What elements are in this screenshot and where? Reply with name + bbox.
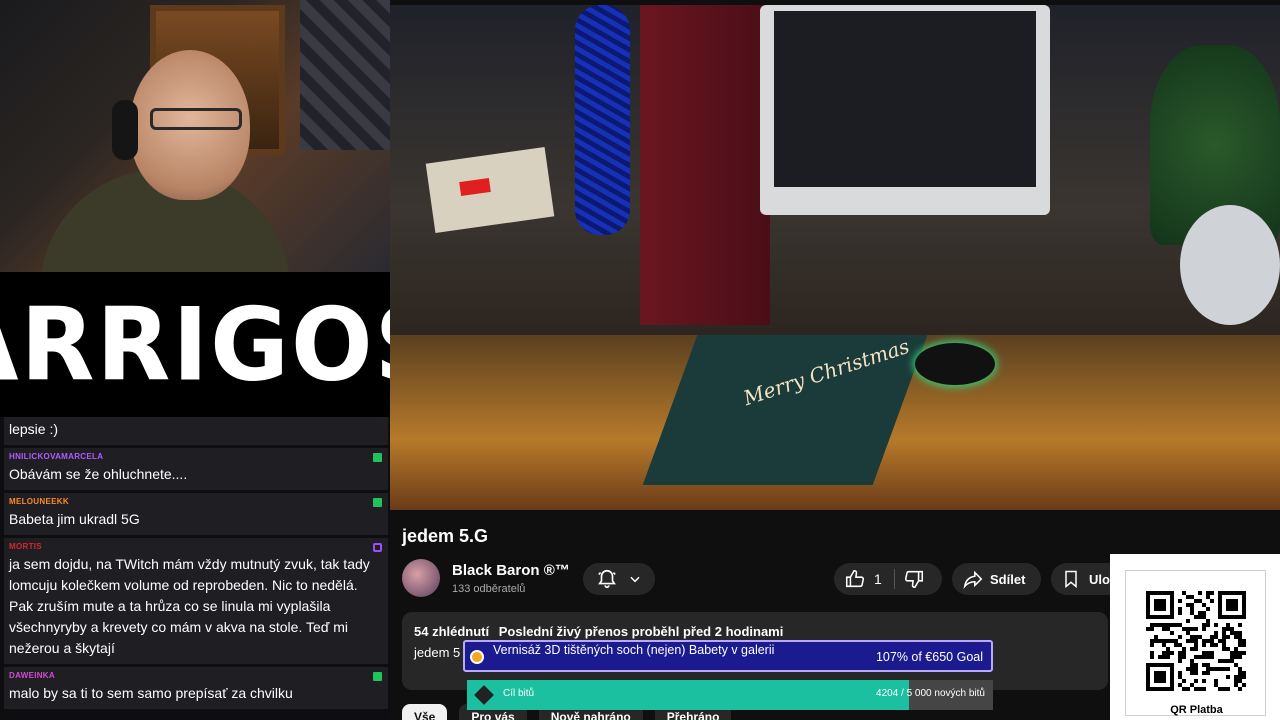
- bookmark-icon: [1065, 570, 1077, 589]
- subscriber-count: 133 odběratelů: [452, 583, 526, 595]
- share-button[interactable]: Sdílet: [952, 563, 1041, 595]
- chat-message-text: malo by sa ti to sem samo prepísať za ch…: [9, 685, 293, 701]
- view-count: 54 zhlédnutí: [414, 624, 490, 639]
- qr-frame: QR Platba: [1125, 570, 1266, 716]
- goal-title: Vernisáž 3D tištěných soch (nejen) Babet…: [493, 643, 775, 657]
- chat-badge-icon: [373, 672, 382, 681]
- share-icon: [963, 570, 983, 589]
- donation-goal-bar: Vernisáž 3D tištěných soch (nejen) Babet…: [463, 640, 993, 672]
- bits-label: Cíl bitů: [503, 688, 535, 699]
- chat-platform-icon: [373, 543, 382, 552]
- acoustic-foam: [300, 0, 390, 150]
- video-title: jedem 5.G: [402, 526, 489, 546]
- chat-badge-icon: [373, 453, 382, 462]
- webcam-feed: [0, 0, 390, 272]
- chat-username[interactable]: DAWEINKA: [9, 671, 383, 680]
- video-scene-tinsel: [575, 5, 630, 235]
- like-separator: [893, 569, 895, 589]
- goal-percent: 107% of €650 Goal: [875, 650, 983, 664]
- thumbs-down-icon[interactable]: [903, 568, 925, 590]
- chat-message: DAWEINKA malo by sa ti to sem samo prepí…: [4, 667, 388, 709]
- qr-code-icon: [1146, 591, 1246, 691]
- video-scene-curtain: [640, 5, 770, 325]
- channel-logo: ARRIGOS: [0, 272, 390, 417]
- channel-avatar[interactable]: [402, 559, 440, 597]
- chevron-down-icon: [630, 576, 640, 583]
- chat-message-text: Obávám se že ohluchnete....: [9, 466, 188, 482]
- logo-text: ARRIGOS: [0, 285, 390, 404]
- chat-panel: lepsie :) HNILICKOVAMARCELA Obávám se že…: [0, 417, 390, 720]
- like-count: 1: [874, 571, 882, 587]
- stream-info: Poslední živý přenos proběhl před 2 hodi…: [498, 624, 784, 639]
- chat-message: MELOUNEEKK Babeta jim ukradl 5G: [4, 493, 388, 535]
- bell-icon: [598, 569, 616, 589]
- chat-username[interactable]: MORTIS: [9, 542, 383, 551]
- goal-icon: [470, 650, 484, 664]
- chat-username[interactable]: MELOUNEEKK: [9, 497, 383, 506]
- chat-message: HNILICKOVAMARCELA Obávám se že ohluchnet…: [4, 448, 388, 490]
- channel-name[interactable]: Black Baron ®™: [452, 562, 570, 579]
- bits-count: 4204 / 5 000 nových bitů: [876, 688, 985, 699]
- chip-all[interactable]: Vše: [402, 704, 448, 720]
- bits-goal-bar: Cíl bitů 4204 / 5 000 nových bitů: [467, 680, 993, 710]
- notification-bell-button[interactable]: [583, 563, 655, 595]
- chat-username[interactable]: HNILICKOVAMARCELA: [9, 452, 383, 461]
- video-scene-fan: [1180, 205, 1280, 325]
- chat-message: MORTIS ja sem dojdu, na TWitch mám vždy …: [4, 538, 388, 664]
- thumbs-up-icon[interactable]: [844, 568, 866, 590]
- headphones: [112, 100, 138, 160]
- chat-message-text: lepsie :): [9, 421, 59, 437]
- chat-message-text: ja sem dojdu, na TWitch mám vždy mutnutý…: [9, 556, 370, 656]
- video-player[interactable]: Merry Christmas: [390, 5, 1280, 510]
- chat-message: lepsie :): [4, 417, 388, 445]
- video-scene-screen: [774, 11, 1036, 187]
- qr-label: QR Platba: [1170, 704, 1223, 716]
- chat-badge-icon: [373, 498, 382, 507]
- like-dislike-group: 1: [834, 563, 942, 595]
- stream-layout: ARRIGOS lepsie :) HNILICKOVAMARCELA Obáv…: [0, 0, 1280, 720]
- video-scene-mouse: [915, 343, 995, 385]
- description-meta: 54 zhlédnutí Poslední živý přenos proběh…: [414, 624, 1096, 639]
- glasses: [150, 108, 242, 130]
- share-label: Sdílet: [990, 571, 1026, 587]
- chat-message-text: Babeta jim ukradl 5G: [9, 511, 140, 527]
- qr-payment-panel: QR Platba: [1110, 554, 1280, 720]
